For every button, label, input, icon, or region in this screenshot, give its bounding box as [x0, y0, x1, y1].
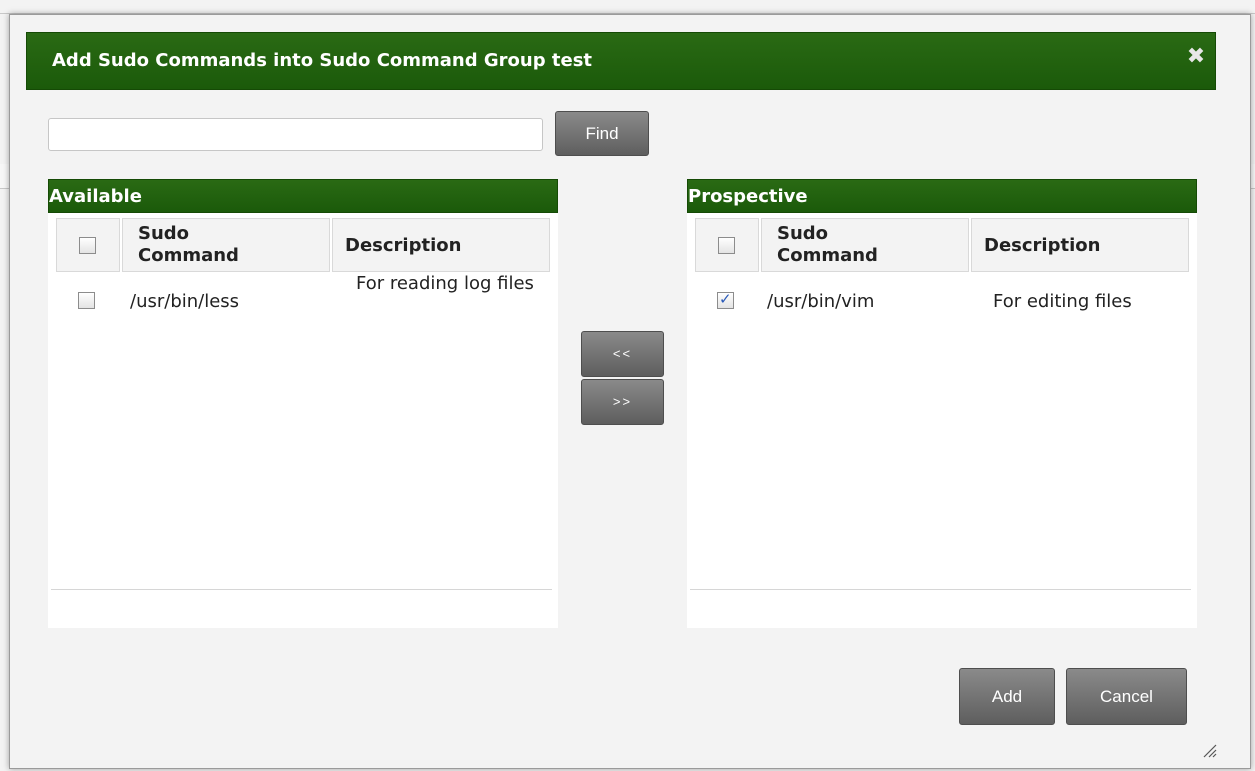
row-checkbox[interactable]	[78, 292, 95, 309]
move-to-available-button[interactable]: <<	[581, 331, 664, 377]
find-button[interactable]: Find	[555, 111, 649, 156]
sudo-command-cell: /usr/bin/less	[130, 291, 240, 312]
description-cell: For editing files	[993, 291, 1132, 312]
table-footer-divider	[51, 589, 552, 590]
move-to-prospective-button[interactable]: >>	[581, 379, 664, 425]
available-header-label: Available	[49, 186, 142, 207]
add-sudo-commands-dialog: Add Sudo Commands into Sudo Command Grou…	[9, 14, 1251, 769]
column-header-sudo-command: Sudo Command	[122, 218, 330, 272]
column-header-sudo-command: Sudo Command	[761, 218, 969, 272]
prospective-select-all-checkbox[interactable]	[718, 237, 735, 254]
column-header-label: Sudo Command	[138, 223, 239, 266]
resize-grip-icon[interactable]	[1201, 742, 1217, 758]
column-header-label: Description	[345, 235, 462, 256]
prospective-table-header: Sudo Command Description	[695, 218, 1189, 272]
column-header-label: Description	[984, 235, 1101, 256]
search-input[interactable]	[48, 118, 543, 151]
available-panel: Available Sudo Command Description /usr/…	[48, 179, 558, 628]
available-select-all-checkbox[interactable]	[79, 237, 96, 254]
row-checkbox[interactable]	[717, 290, 734, 309]
column-header-label: Sudo Command	[777, 223, 878, 266]
table-row[interactable]: /usr/bin/vim For editing files	[695, 274, 1189, 334]
prospective-header: Prospective	[687, 179, 1197, 213]
column-header-description: Description	[971, 218, 1189, 272]
select-all-cell	[695, 218, 759, 272]
select-all-cell	[56, 218, 120, 272]
prospective-header-label: Prospective	[688, 186, 808, 207]
column-header-description: Description	[332, 218, 550, 272]
close-icon[interactable]: ✖	[1185, 46, 1207, 68]
table-footer-divider	[690, 589, 1191, 590]
dialog-title: Add Sudo Commands into Sudo Command Grou…	[52, 50, 593, 71]
table-row[interactable]: /usr/bin/less For reading log files	[56, 274, 550, 334]
cancel-button[interactable]: Cancel	[1066, 668, 1187, 725]
sudo-command-cell: /usr/bin/vim	[767, 291, 875, 312]
description-cell: For reading log files	[356, 273, 534, 294]
dialog-titlebar: Add Sudo Commands into Sudo Command Grou…	[26, 32, 1216, 90]
add-button[interactable]: Add	[959, 668, 1055, 725]
prospective-panel: Prospective Sudo Command Description /us…	[687, 179, 1197, 628]
available-table-header: Sudo Command Description	[56, 218, 550, 272]
available-header: Available	[48, 179, 558, 213]
